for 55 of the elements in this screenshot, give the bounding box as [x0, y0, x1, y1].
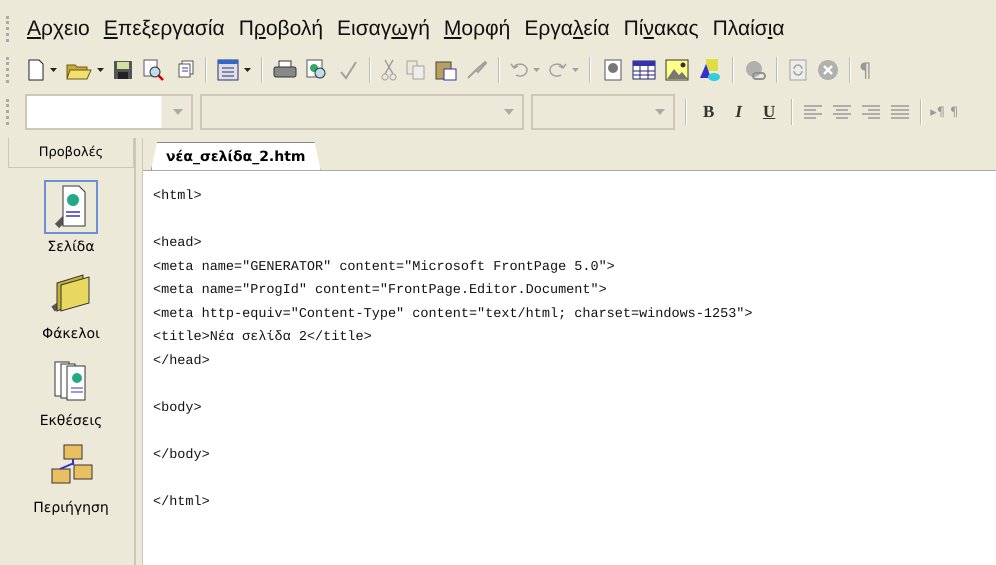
- code-line: </body>: [153, 448, 210, 462]
- bold-button[interactable]: B: [695, 100, 722, 124]
- size-dropdown[interactable]: [531, 94, 675, 130]
- shapes-icon[interactable]: [698, 58, 722, 82]
- clipboard-icon[interactable]: [435, 59, 457, 81]
- stop-icon[interactable]: [817, 59, 839, 81]
- menu-item[interactable]: Μορφή: [436, 15, 518, 43]
- redo-icon[interactable]: [549, 63, 567, 77]
- view-label: Σελίδα: [47, 239, 95, 255]
- code-line: <meta name="GENERATOR" content="Microsoft FrontPage 5.0">: [153, 260, 615, 274]
- underline-button[interactable]: U: [754, 100, 784, 124]
- menu-item[interactable]: Προβολή: [232, 15, 330, 43]
- save-icon[interactable]: [113, 60, 133, 80]
- panel-header: Προβολές: [8, 138, 134, 168]
- scissors-icon[interactable]: [381, 59, 397, 81]
- menu-item[interactable]: Πίνακας: [616, 15, 706, 43]
- caret-icon[interactable]: [50, 68, 57, 72]
- caret-icon[interactable]: [97, 68, 104, 72]
- code-line: <body>: [153, 400, 202, 416]
- printer-icon[interactable]: [273, 60, 297, 80]
- align-center-icon[interactable]: [832, 104, 852, 120]
- align-right-icon[interactable]: [861, 104, 882, 120]
- refresh-icon[interactable]: [788, 59, 808, 81]
- view-label: Φάκελοι: [42, 326, 100, 342]
- search-icon[interactable]: [142, 59, 164, 81]
- view-label: Περιήγηση: [33, 500, 109, 516]
- menu-item[interactable]: Πλαίσια: [706, 15, 792, 43]
- caret-icon[interactable]: [244, 68, 251, 72]
- menu-item[interactable]: Επεξεργασία: [96, 15, 232, 43]
- document-tab[interactable]: νέα_σελίδα_2.htm: [151, 142, 321, 170]
- undo-icon[interactable]: [510, 63, 528, 77]
- new-page-icon[interactable]: [27, 59, 45, 81]
- code-line: </head>: [153, 354, 210, 368]
- page-view-button[interactable]: [44, 180, 98, 234]
- code-line: <html>: [153, 189, 202, 204]
- font-dropdown[interactable]: [200, 94, 524, 130]
- preview-icon[interactable]: [306, 59, 328, 81]
- menu-item[interactable]: Αρχειο: [20, 15, 97, 43]
- view-label: Εκθέσεις: [40, 413, 102, 429]
- code-line: <meta http-equiv="Content-Type" content="text/html; charset=windows-1253">: [153, 306, 752, 322]
- italic-button[interactable]: I: [727, 100, 750, 124]
- brush-icon[interactable]: [466, 60, 488, 80]
- table-icon[interactable]: [632, 60, 656, 80]
- picture-icon[interactable]: [665, 59, 689, 81]
- code-line: <head>: [153, 236, 202, 251]
- menu-item[interactable]: Εισαγωγή: [330, 15, 437, 43]
- code-line: </html>: [153, 494, 210, 510]
- menu-item[interactable]: Εργαλεία: [517, 15, 617, 43]
- align-left-icon[interactable]: [803, 104, 824, 120]
- layout-icon[interactable]: [217, 59, 239, 81]
- copy-icon[interactable]: [406, 60, 426, 80]
- code-line: <meta name="ProgId" content="FrontPage.Editor.Document">: [153, 283, 607, 298]
- justify-icon[interactable]: [890, 104, 910, 120]
- style-dropdown[interactable]: [25, 94, 193, 130]
- code-line: <title>Νέα σελίδα 2</title>: [153, 330, 372, 345]
